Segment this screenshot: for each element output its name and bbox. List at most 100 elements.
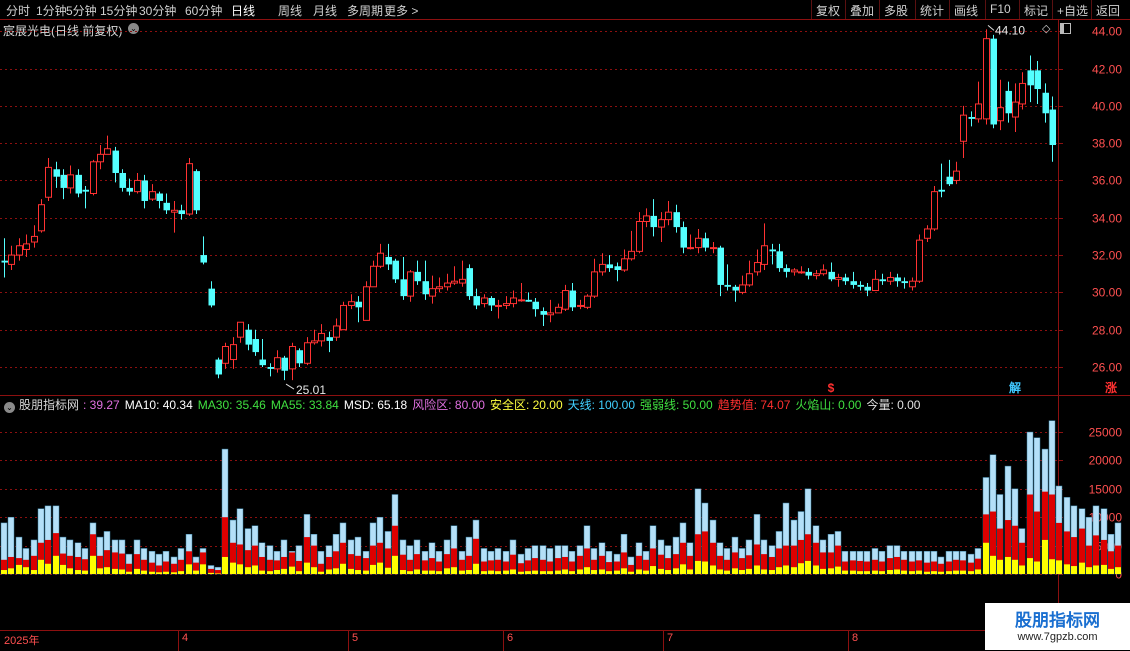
volume-red-bar (495, 559, 501, 574)
volume-bar (546, 548, 554, 575)
volume-red-bar (946, 561, 952, 574)
toolbar-button[interactable]: 返回 (1096, 2, 1120, 19)
volume-bar (539, 545, 547, 575)
diamond-icon[interactable]: ◇ (1042, 22, 1050, 35)
volume-yellow-bar (296, 571, 302, 574)
candle-body (82, 189, 89, 192)
toolbar-item[interactable]: 日线 (231, 2, 255, 19)
volume-yellow-bar (1086, 567, 1092, 574)
volume-red-bar (481, 561, 487, 574)
candle-body (997, 107, 1004, 122)
candle-body (525, 299, 532, 302)
toolbar-separator (1019, 0, 1020, 19)
toolbar-item[interactable]: 多周期 (347, 2, 383, 19)
toolbar-item[interactable]: 15分钟 (100, 2, 137, 19)
chevron-down-icon[interactable]: ⌄ (128, 23, 139, 34)
toolbar-button[interactable]: 复权 (816, 2, 840, 19)
candle-body (252, 339, 259, 353)
toolbar-button[interactable]: 多股 (884, 2, 908, 19)
candle-body (924, 228, 931, 239)
toolbar-button[interactable]: 画线 (954, 2, 978, 19)
volume-yellow-bar (1093, 565, 1099, 574)
volume-bar (199, 548, 207, 575)
volume-bar (458, 551, 466, 575)
volume-red-bar (990, 511, 996, 574)
candle-body (267, 367, 274, 369)
volume-yellow-bar (193, 570, 199, 574)
high-price-label: 44.10 (995, 23, 1025, 37)
toolbar-item[interactable]: 30分钟 (139, 2, 176, 19)
candle-body (650, 215, 657, 228)
volume-yellow-bar (304, 562, 310, 574)
indicator-name[interactable]: 股朋指标网 (19, 398, 79, 412)
volume-red-bar (968, 562, 974, 574)
toolbar-item[interactable]: 60分钟 (185, 2, 222, 19)
volume-yellow-bar (16, 564, 22, 574)
toolbar-item[interactable]: 周线 (278, 2, 302, 19)
volume-yellow-bar (171, 572, 177, 574)
volume-red-bar (924, 562, 930, 574)
volume-red-bar (429, 558, 435, 574)
toolbar-button[interactable]: 统计 (920, 2, 944, 19)
volume-bar (517, 553, 525, 575)
indicator-menu-icon[interactable]: ⌄ (4, 402, 15, 413)
volume-bar (1070, 505, 1078, 575)
volume-bar (701, 502, 709, 575)
volume-red-bar (436, 561, 442, 574)
volume-bar (959, 551, 967, 575)
volume-yellow-bar (820, 568, 826, 574)
volume-bar (325, 545, 333, 575)
candle-body (687, 247, 694, 250)
volume-yellow-bar (45, 563, 51, 574)
panel-toggle-icon[interactable] (1060, 23, 1071, 34)
toolbar-button[interactable]: F10 (990, 2, 1011, 16)
volume-yellow-bar (112, 568, 118, 574)
volume-bar (738, 548, 746, 575)
volume-red-bar (178, 559, 184, 574)
volume-yellow-bar (340, 563, 346, 574)
toolbar-item[interactable]: 分时 (6, 2, 30, 19)
volume-yellow-bar (805, 560, 811, 574)
price-tick-label: 38.00 (1092, 137, 1122, 151)
volume-yellow-bar (614, 570, 620, 574)
volume-bar (672, 536, 680, 575)
volume-bar (952, 551, 960, 575)
candle-body (732, 286, 739, 291)
volume-bar (709, 519, 717, 575)
candle-body (60, 174, 67, 188)
toolbar-item[interactable]: 月线 (313, 2, 337, 19)
toolbar-button[interactable]: +自选 (1057, 2, 1088, 19)
toolbar-item[interactable]: 更多 > (384, 2, 418, 19)
month-tick (663, 631, 664, 651)
volume-bar (635, 542, 643, 575)
volume-bar (89, 522, 97, 575)
candle-body (451, 280, 458, 284)
volume-red-bar (562, 556, 568, 574)
volume-yellow-bar (909, 571, 915, 574)
volume-yellow-bar (791, 567, 797, 574)
volume-bar (273, 551, 281, 575)
volume-red-bar (532, 558, 538, 574)
volume-red-bar (126, 563, 132, 574)
toolbar-button[interactable]: 标记 (1024, 2, 1048, 19)
candle-body (916, 239, 923, 282)
volume-yellow-bar (407, 571, 413, 574)
volume-yellow-bar (540, 571, 546, 574)
candle-body (532, 301, 539, 310)
volume-red-bar (591, 559, 597, 574)
volume-yellow-bar (968, 571, 974, 574)
volume-yellow-bar (8, 568, 14, 574)
candle-body (326, 337, 333, 341)
volume-red-bar (953, 559, 959, 574)
toolbar-button[interactable]: 叠加 (850, 2, 874, 19)
volume-yellow-bar (569, 571, 575, 574)
volume-red-bar (828, 552, 834, 574)
volume-bar (288, 551, 296, 575)
volume-bar (399, 539, 407, 575)
toolbar-item[interactable]: 5分钟 (66, 2, 97, 19)
volume-red-bar (783, 545, 789, 574)
candle-body (968, 117, 975, 119)
candle-body (798, 271, 805, 274)
toolbar-item[interactable]: 1分钟 (36, 2, 67, 19)
volume-bar (221, 448, 229, 575)
